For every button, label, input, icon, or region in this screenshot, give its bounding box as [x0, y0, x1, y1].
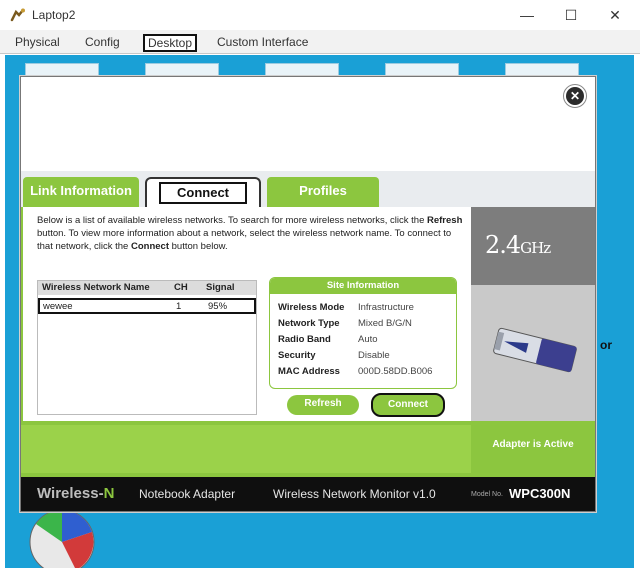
- site-info-label: Wireless Mode: [278, 302, 345, 313]
- status-bar-left: [21, 425, 471, 473]
- network-row[interactable]: wewee 1 95%: [38, 298, 256, 314]
- tab-connect-label: Connect: [159, 182, 247, 204]
- site-info-value: Auto: [358, 334, 378, 345]
- network-name: wewee: [43, 301, 73, 312]
- status-bar: Adapter is Active: [21, 421, 595, 477]
- site-info-value: 000D.58DD.B006: [358, 366, 433, 377]
- tab-connect[interactable]: Connect: [145, 177, 261, 207]
- site-info-value: Mixed B/G/N: [358, 318, 412, 329]
- adapter-status: Adapter is Active: [492, 439, 574, 450]
- site-info-value: Infrastructure: [358, 302, 414, 313]
- dialog-tabstrip: Link Information Connect Profiles: [21, 171, 595, 207]
- network-channel: 1: [176, 301, 182, 312]
- background-app-label: or: [600, 338, 612, 352]
- network-list: Wireless Network Name CH Signal wewee 1 …: [37, 280, 257, 415]
- tab-profiles[interactable]: Profiles: [267, 177, 379, 207]
- model-label: Model No.: [471, 491, 503, 498]
- tab-config[interactable]: Config: [82, 34, 123, 52]
- title-bar: Laptop2 — ☐ ✕: [0, 0, 640, 30]
- column-header-network-name[interactable]: Wireless Network Name: [42, 282, 150, 293]
- adapter-side-panel: 2.4GHz: [471, 207, 595, 421]
- frequency-band-banner: 2.4GHz: [471, 207, 595, 285]
- product-subtitle: Notebook Adapter: [139, 487, 236, 501]
- network-list-header: Wireless Network Name CH Signal: [38, 281, 256, 295]
- refresh-button[interactable]: Refresh: [287, 395, 359, 415]
- frequency-label: 2.4GHz: [485, 231, 551, 259]
- network-signal: 95%: [208, 301, 228, 312]
- site-info-label: Network Type: [278, 318, 340, 329]
- minimize-button[interactable]: —: [512, 4, 542, 26]
- tab-custom-interface[interactable]: Custom Interface: [214, 34, 311, 52]
- site-info-label: MAC Address: [278, 366, 340, 377]
- device-tabs: Physical Config Desktop Custom Interface: [0, 30, 640, 54]
- column-header-signal[interactable]: Signal: [206, 282, 235, 293]
- connect-button[interactable]: Connect: [371, 393, 445, 417]
- site-information-title: Site Information: [270, 278, 456, 294]
- instructions-text: Below is a list of available wireless ne…: [37, 215, 463, 252]
- tab-desktop[interactable]: Desktop: [143, 34, 198, 52]
- tab-physical[interactable]: Physical: [12, 34, 63, 52]
- brand-logo: Wireless-N: [37, 485, 115, 502]
- site-info-value: Disable: [358, 350, 390, 361]
- model-number: WPC300N: [509, 486, 571, 501]
- close-icon: ✕: [566, 87, 584, 105]
- maximize-button[interactable]: ☐: [556, 4, 586, 26]
- pc-card-icon: [493, 327, 577, 373]
- column-header-channel[interactable]: CH: [174, 282, 188, 293]
- site-info-label: Radio Band: [278, 334, 331, 345]
- window-title: Laptop2: [32, 8, 76, 22]
- dialog-footer: Wireless-N Notebook Adapter Wireless Net…: [21, 477, 595, 511]
- app-icon: [10, 8, 25, 22]
- dialog-close-button[interactable]: ✕: [563, 84, 587, 108]
- monitor-version: Wireless Network Monitor v1.0: [273, 487, 436, 501]
- site-information-box: Site Information Wireless Mode Infrastru…: [269, 277, 457, 389]
- tab-link-information[interactable]: Link Information: [23, 177, 139, 207]
- close-window-button[interactable]: ✕: [600, 4, 630, 26]
- site-info-label: Security: [278, 350, 316, 361]
- wireless-monitor-dialog: ✕ Link Information Connect Profiles Belo…: [20, 76, 596, 512]
- connect-panel: Below is a list of available wireless ne…: [21, 207, 471, 421]
